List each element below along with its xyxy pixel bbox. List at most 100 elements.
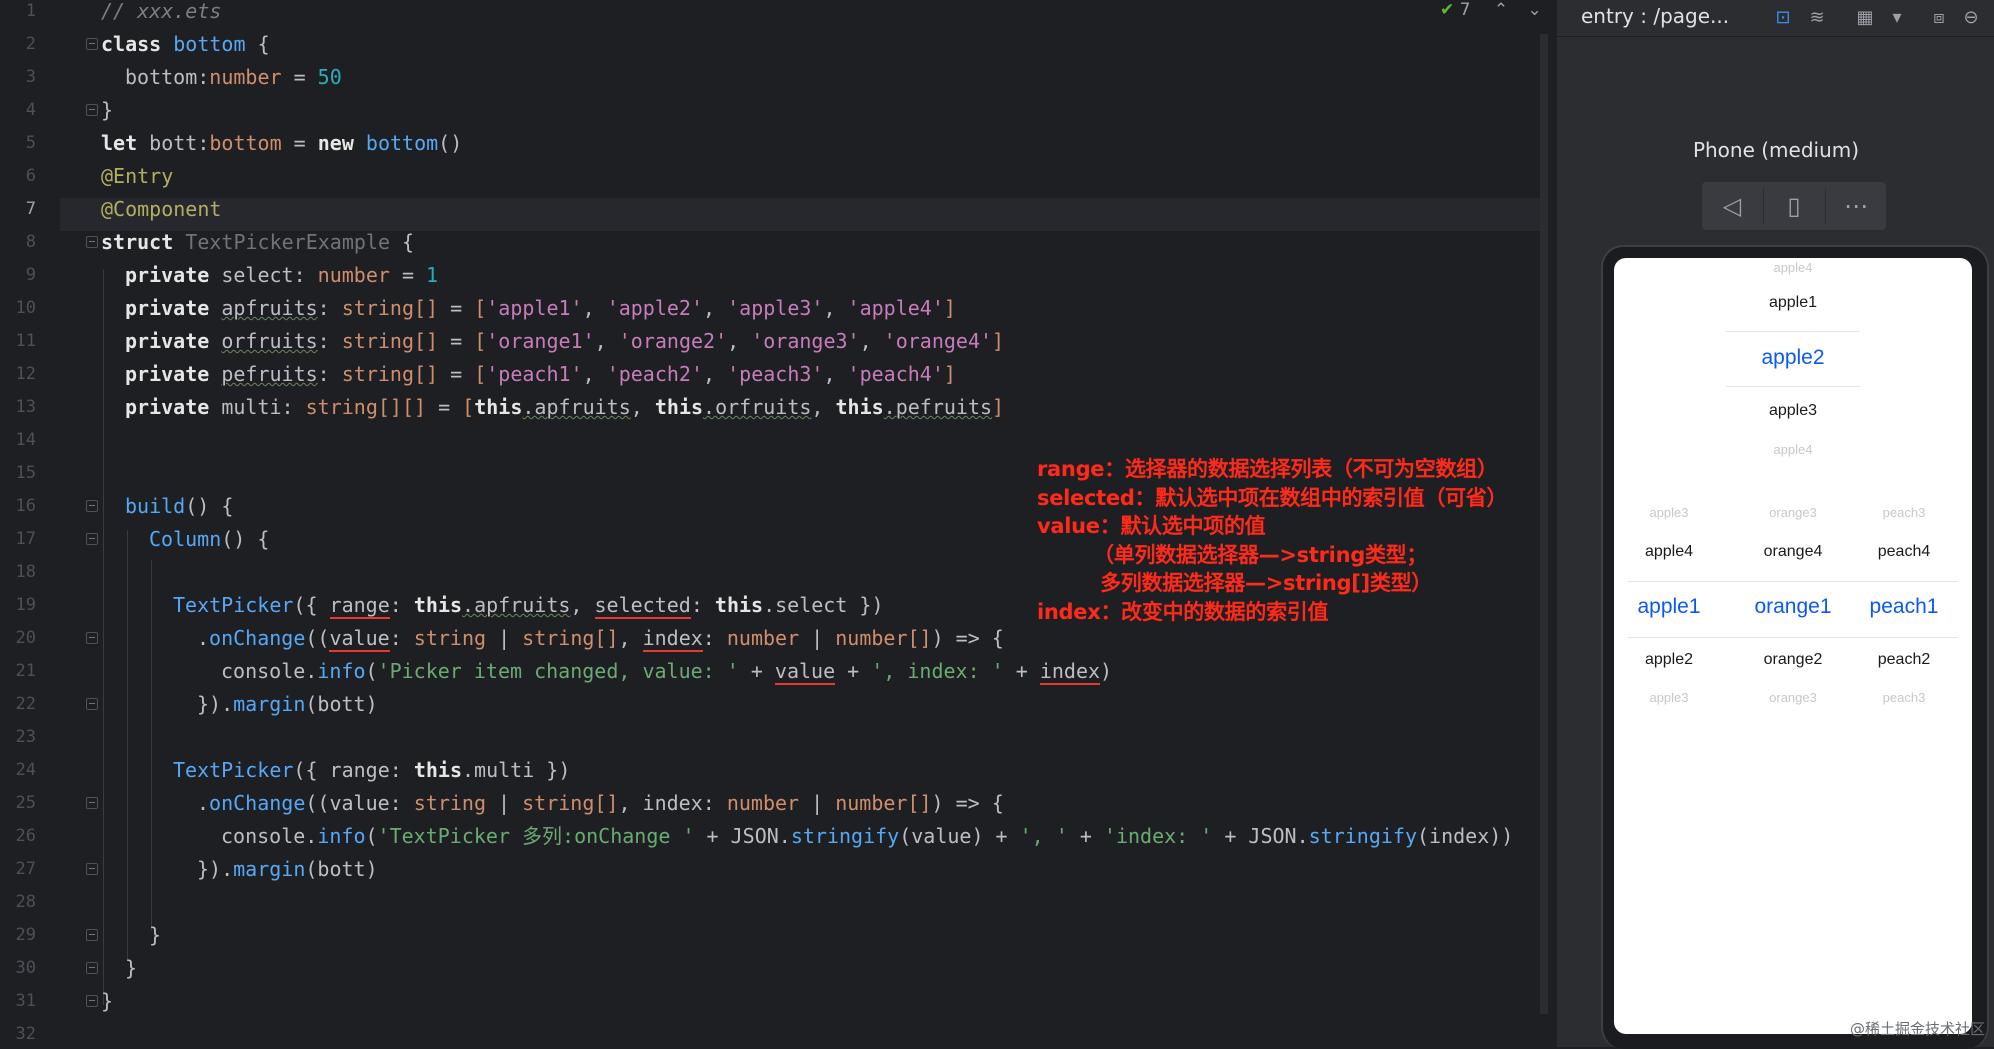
- picker-selected-option[interactable]: apple2: [1614, 346, 1972, 370]
- previewer-title[interactable]: entry : /page...: [1581, 4, 1729, 28]
- code-line: private pefruits: string[] = ['peach1', …: [125, 362, 956, 386]
- line-number: 17: [15, 529, 36, 549]
- code-line: }).margin(bott): [197, 857, 378, 881]
- rotate-device-icon[interactable]: ▯: [1764, 182, 1824, 230]
- fold-marker-icon[interactable]: [86, 797, 98, 809]
- line-number: 20: [15, 628, 36, 648]
- code-line: // xxx.ets: [101, 0, 222, 23]
- code-line: }).margin(bott): [197, 692, 378, 716]
- editor-scrollbar[interactable]: [1540, 34, 1548, 1014]
- picker-option[interactable]: orange4: [1738, 543, 1848, 561]
- line-number: 11: [15, 331, 36, 351]
- frame-icon[interactable]: ⧈: [1927, 6, 1951, 30]
- picker-option[interactable]: apple3: [1614, 402, 1972, 420]
- fold-marker-icon[interactable]: [86, 236, 98, 248]
- picker-option[interactable]: apple4: [1614, 543, 1724, 561]
- line-number: 16: [15, 496, 36, 516]
- fold-marker-icon[interactable]: [86, 995, 98, 1007]
- code-line: }: [101, 98, 114, 122]
- line-number: 27: [15, 859, 36, 879]
- indent-guide: [151, 560, 152, 930]
- fold-marker-icon[interactable]: [86, 38, 98, 50]
- fold-marker-icon[interactable]: [86, 500, 98, 512]
- check-icon: ✔: [1440, 0, 1455, 20]
- picker-divider: [1726, 386, 1860, 387]
- line-number: 18: [15, 562, 36, 582]
- picker-option[interactable]: apple2: [1614, 651, 1724, 669]
- fold-marker-icon[interactable]: [86, 863, 98, 875]
- inspection-widget[interactable]: ✔ 7 ⌃ ⌄: [1440, 0, 1542, 28]
- picker-option[interactable]: peach3: [1849, 690, 1959, 705]
- line-number: 32: [15, 1024, 36, 1044]
- line-number: 29: [15, 925, 36, 945]
- code-line: .onChange((value: string | string[], ind…: [197, 791, 1004, 815]
- picker-option[interactable]: orange3: [1738, 505, 1848, 520]
- picker-option[interactable]: apple4: [1614, 260, 1972, 275]
- picker-option[interactable]: peach3: [1849, 505, 1959, 520]
- picker-divider: [1726, 331, 1860, 332]
- code-line: private apfruits: string[] = ['apple1', …: [125, 296, 956, 320]
- picker-option[interactable]: apple1: [1614, 294, 1972, 312]
- grid-icon[interactable]: ▦: [1853, 6, 1877, 30]
- line-number: 25: [15, 793, 36, 813]
- code-line: private orfruits: string[] = ['orange1',…: [125, 329, 1005, 353]
- chevron-down-icon[interactable]: ⌄: [1528, 0, 1542, 20]
- line-number: 15: [15, 463, 36, 483]
- picker-selected-option[interactable]: apple1: [1614, 595, 1724, 619]
- fold-marker-icon[interactable]: [86, 929, 98, 941]
- watermark: @稀土掘金技术社区: [1849, 1020, 1985, 1038]
- line-number: 30: [15, 958, 36, 978]
- code-line: TextPicker({ range: this.apfruits, selec…: [173, 593, 884, 619]
- zoom-icon[interactable]: ⊖: [1959, 6, 1983, 30]
- more-icon[interactable]: ⋯: [1826, 182, 1886, 230]
- line-number: 22: [15, 694, 36, 714]
- line-number: 26: [15, 826, 36, 846]
- line-number: 3: [25, 67, 36, 87]
- code-line: bottom:number = 50: [125, 65, 342, 89]
- picker-option[interactable]: peach2: [1849, 651, 1959, 669]
- line-number: 9: [25, 265, 36, 285]
- picker-column[interactable]: orange3 orange4 orange1 orange2 orange3: [1738, 503, 1848, 723]
- fold-marker-icon[interactable]: [86, 632, 98, 644]
- code-line: }: [149, 923, 162, 947]
- fold-marker-icon[interactable]: [86, 533, 98, 545]
- multi-text-picker[interactable]: apple3 apple4 apple1 apple2 apple3 orang…: [1614, 503, 1972, 723]
- line-number: 7: [25, 199, 36, 219]
- picker-option[interactable]: apple4: [1614, 442, 1972, 457]
- line-number: 24: [15, 760, 36, 780]
- line-number: 6: [25, 166, 36, 186]
- picker-column[interactable]: peach3 peach4 peach1 peach2 peach3: [1849, 503, 1959, 723]
- chevron-up-icon[interactable]: ⌃: [1494, 0, 1508, 20]
- inspector-icon[interactable]: ⊡: [1771, 6, 1795, 30]
- fold-marker-icon[interactable]: [86, 698, 98, 710]
- picker-column[interactable]: apple3 apple4 apple1 apple2 apple3: [1614, 503, 1724, 723]
- phone-screen[interactable]: apple4 apple1 apple2 apple3 apple4 apple…: [1614, 258, 1972, 1034]
- line-number: 19: [15, 595, 36, 615]
- line-number: 14: [15, 430, 36, 450]
- fold-marker-icon[interactable]: [86, 104, 98, 116]
- code-line: Column() {: [149, 527, 270, 551]
- line-number: 12: [15, 364, 36, 384]
- code-line: let bott:bottom = new bottom(): [101, 131, 463, 155]
- code-line: }: [101, 989, 114, 1013]
- fold-marker-icon[interactable]: [86, 962, 98, 974]
- line-number: 8: [25, 232, 36, 252]
- code-line: class bottom {: [101, 32, 270, 56]
- triangle-left-icon[interactable]: ◁: [1702, 182, 1762, 230]
- code-editor[interactable]: 1 2 3 4 5 6 7 8 9 10 11 12 13 14 15 16 1…: [0, 0, 1548, 1047]
- picker-option[interactable]: peach4: [1849, 543, 1959, 561]
- line-number: 28: [15, 892, 36, 912]
- single-text-picker[interactable]: apple4 apple1 apple2 apple3 apple4: [1614, 258, 1972, 468]
- picker-selected-option[interactable]: orange1: [1738, 595, 1848, 619]
- layers-icon[interactable]: ≋: [1805, 6, 1829, 30]
- device-name: Phone (medium): [1692, 138, 1860, 162]
- device-controls: ◁ ▯ ⋯: [1702, 182, 1886, 230]
- picker-option[interactable]: apple3: [1614, 690, 1724, 705]
- picker-selected-option[interactable]: peach1: [1849, 595, 1959, 619]
- picker-option[interactable]: apple3: [1614, 505, 1724, 520]
- chevron-down-icon[interactable]: ▾: [1885, 6, 1909, 30]
- previewer-panel: entry : /page... ⊡ ≋ ▦ ▾ ⧈ ⊖ Phone (medi…: [1556, 0, 1994, 1049]
- previewer-toolbar: entry : /page... ⊡ ≋ ▦ ▾ ⧈ ⊖: [1557, 0, 1994, 37]
- picker-option[interactable]: orange3: [1738, 690, 1848, 705]
- picker-option[interactable]: orange2: [1738, 651, 1848, 669]
